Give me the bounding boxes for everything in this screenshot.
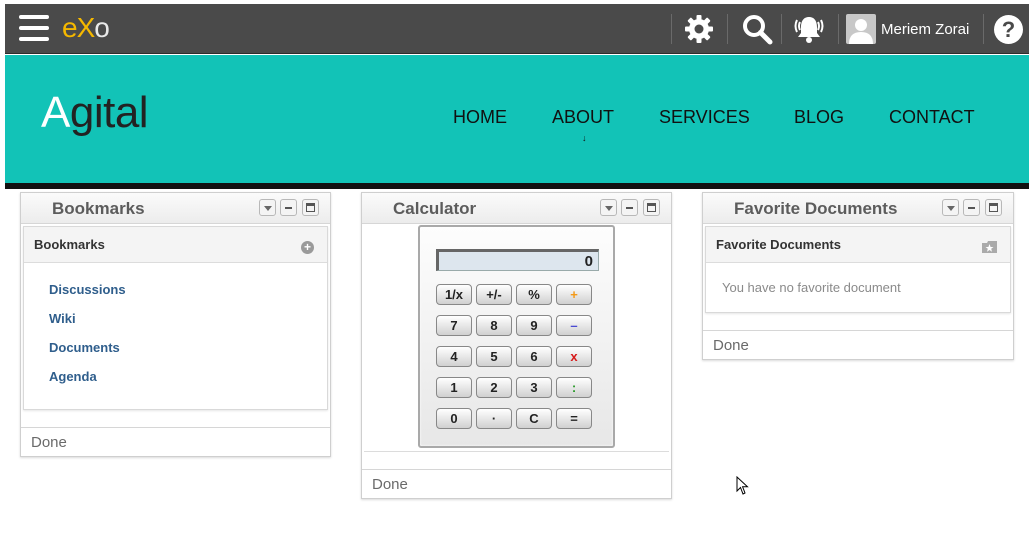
key-decimal[interactable]: · (476, 408, 512, 429)
favorites-header-title: Favorite Documents (716, 237, 841, 252)
key-3[interactable]: 3 (516, 377, 552, 398)
portlet-maximize-button[interactable] (985, 199, 1002, 216)
portlet-maximize-button[interactable] (643, 199, 660, 216)
portlet-title: Bookmarks (52, 199, 145, 218)
key-8[interactable]: 8 (476, 315, 512, 336)
key-4[interactable]: 4 (436, 346, 472, 367)
bookmark-link-agenda[interactable]: Agenda (49, 369, 97, 384)
key-sign[interactable]: +/- (476, 284, 512, 305)
portlet-title: Calculator (393, 199, 477, 218)
calculator-widget: 0 1/x +/- % + 7 8 9 – 4 5 6 x 1 2 3 : 0 … (418, 225, 615, 448)
empty-favorites-message: You have no favorite document (722, 280, 901, 295)
calculator-portlet: Calculator 0 1/x +/- % + 7 8 9 – 4 5 6 x… (361, 192, 672, 499)
portlet-dropdown-button[interactable] (259, 199, 276, 216)
help-icon[interactable]: ? (994, 15, 1023, 44)
user-name[interactable]: Meriem Zorai (881, 21, 969, 38)
key-add[interactable]: + (556, 284, 592, 305)
site-banner: Agital HOME ABOUT ↓ SERVICES BLOG CONTAC… (5, 55, 1029, 185)
mouse-cursor-icon (736, 476, 749, 495)
portlet-status-bar: Done (21, 427, 330, 456)
portlet-minimize-button[interactable] (963, 199, 980, 216)
portlet-minimize-button[interactable] (621, 199, 638, 216)
portlet-titlebar: Bookmarks (21, 193, 330, 224)
bookmarks-portlet: Bookmarks Bookmarks + Discussions Wiki D… (20, 192, 331, 457)
bookmarks-header: Bookmarks + (24, 227, 327, 263)
gear-icon[interactable] (684, 14, 714, 44)
brand-initial: A (41, 88, 70, 137)
portlet-status-bar: Done (703, 330, 1013, 359)
bookmarks-header-title: Bookmarks (34, 237, 105, 252)
divider (838, 14, 839, 44)
user-icon (849, 19, 873, 44)
brand-name: gital (69, 88, 149, 137)
favorites-header: Favorite Documents (706, 227, 1010, 263)
portlet-status-bar: Done (362, 469, 671, 498)
notification-bell-icon[interactable] (792, 12, 826, 46)
key-6[interactable]: 6 (516, 346, 552, 367)
exo-logo[interactable]: eXo (62, 12, 110, 44)
bookmark-link-wiki[interactable]: Wiki (49, 311, 76, 326)
nav-blog[interactable]: BLOG (794, 107, 844, 128)
status-done: Done (372, 476, 408, 493)
key-subtract[interactable]: – (556, 315, 592, 336)
add-bookmark-icon[interactable]: + (301, 241, 314, 254)
status-done: Done (31, 434, 67, 451)
divider (727, 14, 728, 44)
key-percent[interactable]: % (516, 284, 552, 305)
logo-text: eX (62, 12, 95, 43)
nav-services[interactable]: SERVICES (659, 107, 750, 128)
divider (364, 451, 669, 452)
logo-text-o: o (94, 12, 110, 43)
portlet-dropdown-button[interactable] (600, 199, 617, 216)
folder-star-icon[interactable] (982, 241, 997, 253)
divider (983, 14, 984, 44)
portlet-dropdown-button[interactable] (942, 199, 959, 216)
nav-home[interactable]: HOME (453, 107, 507, 128)
key-divide[interactable]: : (556, 377, 592, 398)
search-icon[interactable] (741, 13, 773, 45)
avatar[interactable] (846, 14, 876, 44)
portlet-titlebar: Calculator (362, 193, 671, 224)
status-done: Done (713, 337, 749, 354)
key-reciprocal[interactable]: 1/x (436, 284, 472, 305)
favorites-box: Favorite Documents You have no favorite … (705, 226, 1011, 313)
about-caret-icon: ↓ (582, 133, 587, 143)
nav-contact[interactable]: CONTACT (889, 107, 975, 128)
bookmark-link-documents[interactable]: Documents (49, 340, 120, 355)
key-2[interactable]: 2 (476, 377, 512, 398)
banner-divider (5, 183, 1029, 189)
menu-icon[interactable] (19, 15, 49, 41)
key-7[interactable]: 7 (436, 315, 472, 336)
key-9[interactable]: 9 (516, 315, 552, 336)
display-value: 0 (584, 253, 593, 270)
calculator-display: 0 (436, 249, 599, 271)
key-clear[interactable]: C (516, 408, 552, 429)
nav-about[interactable]: ABOUT (552, 107, 614, 128)
key-equals[interactable]: = (556, 408, 592, 429)
bookmarks-box: Bookmarks + Discussions Wiki Documents A… (23, 226, 328, 410)
brand-logo[interactable]: Agital (41, 88, 149, 138)
portlet-maximize-button[interactable] (302, 199, 319, 216)
divider (781, 14, 782, 44)
divider (671, 14, 672, 44)
bookmark-link-discussions[interactable]: Discussions (49, 282, 126, 297)
portlet-minimize-button[interactable] (280, 199, 297, 216)
top-navigation-bar: eXo Meriem Zorai ? (5, 4, 1029, 54)
key-0[interactable]: 0 (436, 408, 472, 429)
portlet-title: Favorite Documents (734, 199, 898, 218)
portlet-titlebar: Favorite Documents (703, 193, 1013, 224)
key-multiply[interactable]: x (556, 346, 592, 367)
favorite-documents-portlet: Favorite Documents Favorite Documents Yo… (702, 192, 1014, 360)
key-5[interactable]: 5 (476, 346, 512, 367)
key-1[interactable]: 1 (436, 377, 472, 398)
